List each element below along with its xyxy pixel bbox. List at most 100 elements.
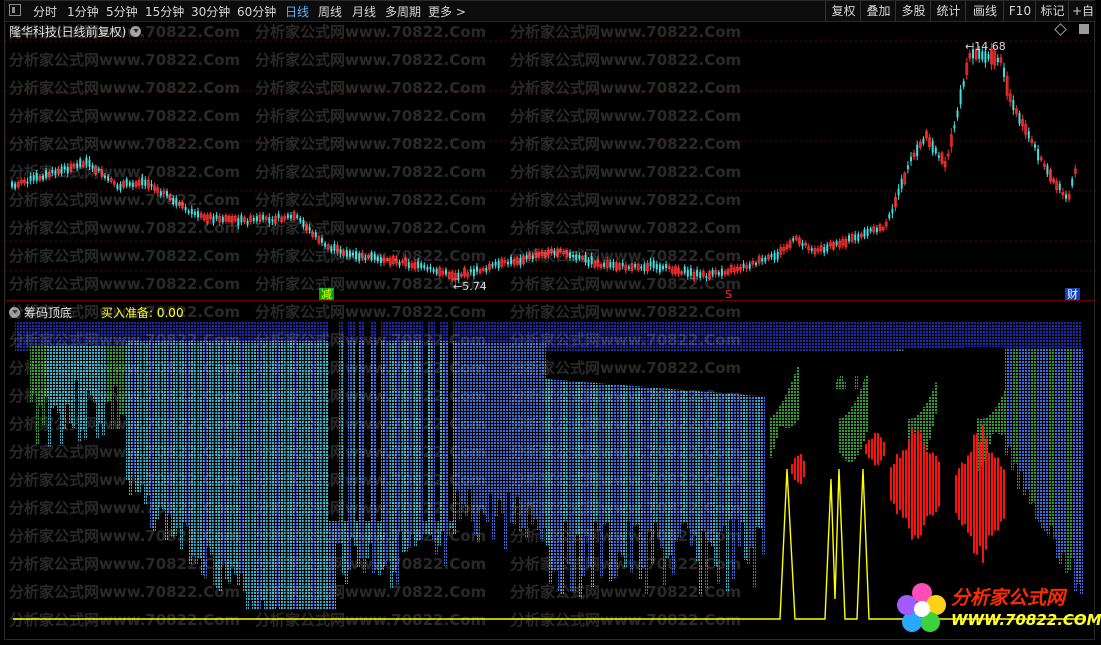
- candle-body: [771, 254, 773, 257]
- chip-column: [270, 341, 273, 609]
- chip-column: [1068, 349, 1071, 570]
- candle-body: [358, 253, 360, 261]
- chip-column: [1071, 349, 1074, 558]
- candle-body: [11, 182, 13, 187]
- candle-body: [792, 238, 794, 241]
- chip-column: [198, 341, 201, 558]
- green-bar: [776, 411, 778, 439]
- green-bar: [794, 374, 796, 424]
- candle-body: [526, 255, 528, 259]
- chip-column: [405, 341, 408, 551]
- chip-column: [1038, 349, 1041, 522]
- chip-column: [234, 341, 237, 575]
- candle-body: [302, 220, 304, 227]
- candle-body: [430, 267, 432, 270]
- chip-column: [492, 343, 495, 540]
- chip-column: [546, 379, 549, 545]
- chip-column: [189, 341, 192, 564]
- candle-body: [588, 260, 590, 266]
- red-bar: [877, 433, 879, 465]
- candle-body: [492, 264, 494, 267]
- candle-body: [79, 159, 81, 167]
- chip-column: [63, 345, 66, 429]
- candle-body: [237, 218, 239, 226]
- chip-column: [591, 383, 594, 588]
- chip-column: [87, 345, 90, 390]
- chip-column: [120, 345, 123, 414]
- candle-body: [340, 249, 342, 253]
- chip-column: [168, 341, 171, 515]
- chip-column: [753, 396, 756, 588]
- chip-column: [429, 341, 432, 535]
- candle-body: [399, 262, 401, 265]
- candle-body: [14, 183, 16, 188]
- chip-column: [669, 389, 672, 555]
- red-bar: [899, 458, 901, 510]
- chip-column: [462, 343, 465, 505]
- candle-body: [585, 255, 587, 263]
- chip-column: [603, 384, 606, 525]
- candle-body: [120, 184, 122, 190]
- chip-column: [621, 385, 624, 556]
- green-bar: [854, 401, 856, 459]
- red-bar: [1003, 469, 1005, 519]
- chip-column: [507, 343, 510, 492]
- candle-body: [296, 215, 298, 218]
- green-bar: [1001, 397, 1003, 435]
- red-bar: [994, 457, 996, 530]
- candle-body: [901, 179, 903, 189]
- panel-divider[interactable]: [5, 300, 1096, 301]
- chip-column: [219, 341, 222, 592]
- chip-column: [537, 343, 540, 530]
- chip-column: [1032, 349, 1035, 503]
- chip-column: [1017, 349, 1020, 489]
- chip-column: [105, 345, 108, 403]
- chip-column: [294, 341, 297, 609]
- chip-column: [699, 391, 702, 594]
- chip-column: [30, 345, 33, 402]
- chevron-down-icon[interactable]: [9, 307, 20, 318]
- chip-column: [264, 341, 267, 609]
- chip-column: [1044, 349, 1047, 531]
- chip-column: [720, 393, 723, 531]
- candle-body: [330, 246, 332, 251]
- gap-stripe: [343, 321, 348, 521]
- low-arrow-icon: ←: [453, 280, 462, 293]
- chip-column: [624, 385, 627, 567]
- chip-column: [1056, 349, 1059, 558]
- red-bar: [973, 435, 975, 554]
- chip-column: [687, 390, 690, 528]
- chip-column: [183, 341, 186, 522]
- candle-body: [997, 58, 999, 62]
- red-bar: [865, 444, 867, 454]
- gap-stripe: [329, 321, 339, 521]
- candle-body: [423, 265, 425, 269]
- candle-body: [848, 235, 850, 241]
- chip-column: [306, 341, 309, 609]
- candle-body: [519, 258, 521, 266]
- candlestick-chart[interactable]: [5, 1, 1096, 301]
- chip-column: [75, 345, 78, 380]
- red-bar: [961, 463, 963, 526]
- candle-body: [984, 51, 986, 62]
- red-bar: [908, 439, 910, 528]
- green-bar: [863, 382, 865, 441]
- chip-column: [417, 341, 420, 540]
- chip-column: [675, 389, 678, 541]
- chip-column: [609, 384, 612, 581]
- chip-column: [495, 343, 498, 517]
- chip-column: [138, 341, 141, 493]
- red-bar: [926, 452, 928, 517]
- candle-body: [578, 255, 580, 258]
- flower-logo-icon: [895, 581, 949, 635]
- candle-body: [640, 266, 642, 268]
- candle-body: [907, 165, 909, 169]
- chip-column: [717, 393, 720, 584]
- chip-column: [504, 343, 507, 549]
- red-bar: [932, 453, 934, 516]
- candle-body: [287, 214, 289, 217]
- chip-column: [402, 341, 405, 553]
- chip-column: [1080, 349, 1083, 595]
- chip-column: [33, 345, 36, 394]
- chip-column: [648, 387, 651, 530]
